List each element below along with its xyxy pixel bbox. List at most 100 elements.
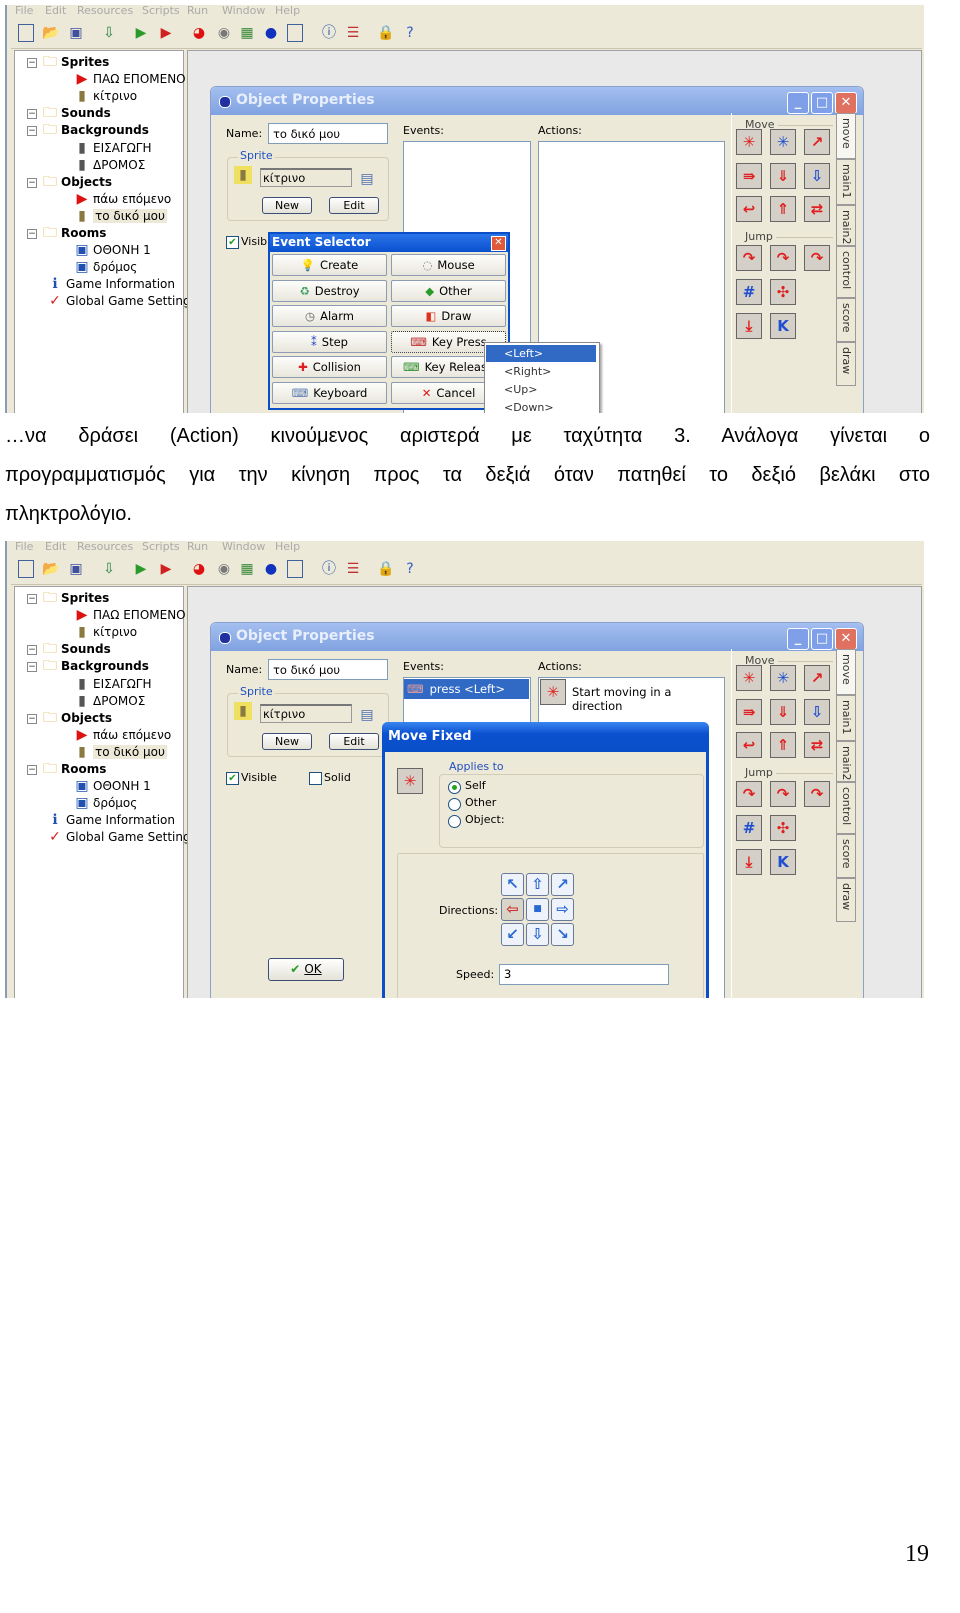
tab-main1[interactable]: main1	[836, 159, 856, 205]
event-selector-close-button[interactable]: ✕	[491, 236, 506, 251]
menu-scripts[interactable]: Scripts	[142, 541, 180, 553]
collapse-toggle-icon[interactable]: −	[27, 594, 37, 604]
speed-vertical-icon[interactable]: ⇓	[770, 699, 796, 725]
jump-to-start-icon[interactable]: ↷	[770, 781, 796, 807]
snap-grid-icon[interactable]: #	[736, 279, 762, 305]
game-info-icon[interactable]: ⓘ	[320, 560, 338, 578]
direction-left-button[interactable]: ⇦	[501, 898, 524, 921]
lock-icon[interactable]: 🔒	[377, 24, 395, 42]
object-icon[interactable]: ●	[262, 24, 280, 42]
sprite-browse-icon[interactable]: ▤	[358, 706, 376, 724]
bounce-icon[interactable]: K	[770, 849, 796, 875]
jump-random-icon[interactable]: ↷	[804, 245, 830, 271]
move-fixed-icon[interactable]: ✳	[736, 665, 762, 691]
wrap-screen-icon[interactable]: ✣	[770, 279, 796, 305]
sound-icon[interactable]: ◉	[215, 560, 233, 578]
debug-icon[interactable]: ▶	[157, 560, 175, 578]
direction-down-left-button[interactable]: ↙	[501, 923, 524, 946]
menu-file[interactable]: File	[15, 541, 33, 553]
close-button[interactable]: ✕	[835, 92, 857, 114]
move-contact-icon[interactable]: ⤓	[736, 313, 762, 339]
menu-help[interactable]: Help	[275, 5, 300, 17]
jump-to-position-icon[interactable]: ↷	[736, 245, 762, 271]
sprite-browse-icon[interactable]: ▤	[358, 170, 376, 188]
collapse-toggle-icon[interactable]: −	[27, 713, 37, 724]
sprite-icon[interactable]: ◕	[190, 24, 208, 42]
sprite-field[interactable]: κίτρινο	[260, 704, 352, 723]
applies-to-radio-other[interactable]	[448, 798, 461, 811]
menu-help[interactable]: Help	[275, 541, 300, 553]
tree-item[interactable]: − 🗀 Rooms	[27, 225, 177, 242]
tree-item[interactable]: − 🗀 Objects	[27, 710, 177, 727]
gravity-icon[interactable]: ⇩	[804, 699, 830, 725]
tree-item[interactable]: ℹ Game Information	[40, 276, 190, 293]
tree-item[interactable]: ✓ Global Game Settings	[40, 293, 197, 310]
tab-main2[interactable]: main2	[836, 205, 856, 246]
tab-draw[interactable]: draw	[836, 342, 856, 386]
menu-resources[interactable]: Resources	[77, 5, 133, 17]
publish-icon[interactable]: ⇩	[100, 24, 118, 42]
name-input[interactable]: το δικό μου	[268, 659, 388, 680]
new-file-icon[interactable]	[18, 24, 34, 42]
collapse-toggle-icon[interactable]: −	[27, 662, 37, 673]
direction-up-right-button[interactable]: ↗	[551, 873, 574, 896]
close-button[interactable]: ✕	[835, 628, 857, 650]
visible-checkbox[interactable]: ✔	[226, 236, 239, 249]
edit-sprite-button[interactable]: Edit	[329, 733, 379, 750]
publish-icon[interactable]: ⇩	[100, 560, 118, 578]
key-menu-item[interactable]: <Right>	[486, 363, 596, 380]
key-menu-item[interactable]: <Down>	[486, 399, 596, 413]
visible-checkbox[interactable]: ✔	[226, 772, 239, 785]
tab-control[interactable]: control	[836, 246, 856, 298]
tree-item[interactable]: − 🗀 Sounds	[27, 641, 177, 658]
event-button-keyboard[interactable]: ⌨ Keyboard	[272, 381, 387, 404]
friction-icon[interactable]: ⇄	[804, 732, 830, 758]
new-sprite-button[interactable]: New	[262, 197, 312, 214]
snap-grid-icon[interactable]: #	[736, 815, 762, 841]
tab-main2[interactable]: main2	[836, 741, 856, 782]
ok-button[interactable]: ✔ OK	[268, 958, 344, 981]
jump-random-icon[interactable]: ↷	[804, 781, 830, 807]
event-button-other[interactable]: ◆ Other	[391, 279, 506, 302]
reverse-vertical-icon[interactable]: ⇑	[770, 196, 796, 222]
collapse-toggle-icon[interactable]: −	[27, 109, 37, 120]
tab-score[interactable]: score	[836, 834, 856, 878]
background-icon[interactable]: ▦	[238, 24, 256, 42]
applies-to-radio-self[interactable]	[448, 781, 461, 794]
speed-vertical-icon[interactable]: ⇓	[770, 163, 796, 189]
tab-move[interactable]: move	[836, 113, 856, 159]
jump-to-position-icon[interactable]: ↷	[736, 781, 762, 807]
event-button-draw[interactable]: ◧ Draw	[391, 305, 506, 327]
menu-file[interactable]: File	[15, 5, 33, 17]
help-icon[interactable]: ?	[401, 560, 419, 578]
save-icon[interactable]: ▣	[67, 560, 85, 578]
collapse-toggle-icon[interactable]: −	[27, 229, 37, 239]
direction-down-right-button[interactable]: ↘	[551, 923, 574, 946]
tab-main1[interactable]: main1	[836, 695, 856, 741]
direction-up-button[interactable]: ⇧	[526, 873, 549, 896]
move-towards-icon[interactable]: ↗	[804, 665, 830, 691]
menu-run[interactable]: Run	[187, 5, 208, 17]
collapse-toggle-icon[interactable]: −	[27, 177, 37, 188]
tab-score[interactable]: score	[836, 298, 856, 342]
new-sprite-button[interactable]: New	[262, 733, 312, 750]
new-file-icon[interactable]	[18, 560, 34, 578]
name-input[interactable]: το δικό μου	[268, 123, 388, 144]
event-button-create[interactable]: 💡 Create	[272, 254, 387, 276]
tree-item[interactable]: − 🗀 Rooms	[27, 761, 177, 778]
speed-horizontal-icon[interactable]: ⇛	[736, 699, 762, 725]
maximize-button[interactable]: □	[811, 92, 833, 114]
edit-sprite-button[interactable]: Edit	[329, 197, 379, 214]
collapse-toggle-icon[interactable]: −	[27, 58, 37, 68]
open-icon[interactable]: 📂	[42, 24, 60, 42]
settings-icon[interactable]: ☰	[344, 24, 362, 42]
minimize-button[interactable]: _	[787, 628, 809, 650]
menu-edit[interactable]: Edit	[45, 541, 66, 553]
speed-horizontal-icon[interactable]: ⇛	[736, 163, 762, 189]
jump-to-start-icon[interactable]: ↷	[770, 245, 796, 271]
event-button-destroy[interactable]: ♻ Destroy	[272, 279, 387, 302]
sprite-icon[interactable]: ◕	[190, 560, 208, 578]
run-icon[interactable]: ▶	[132, 560, 150, 578]
tree-item[interactable]: ℹ Game Information	[40, 812, 190, 829]
sprite-field[interactable]: κίτρινο	[260, 168, 352, 187]
